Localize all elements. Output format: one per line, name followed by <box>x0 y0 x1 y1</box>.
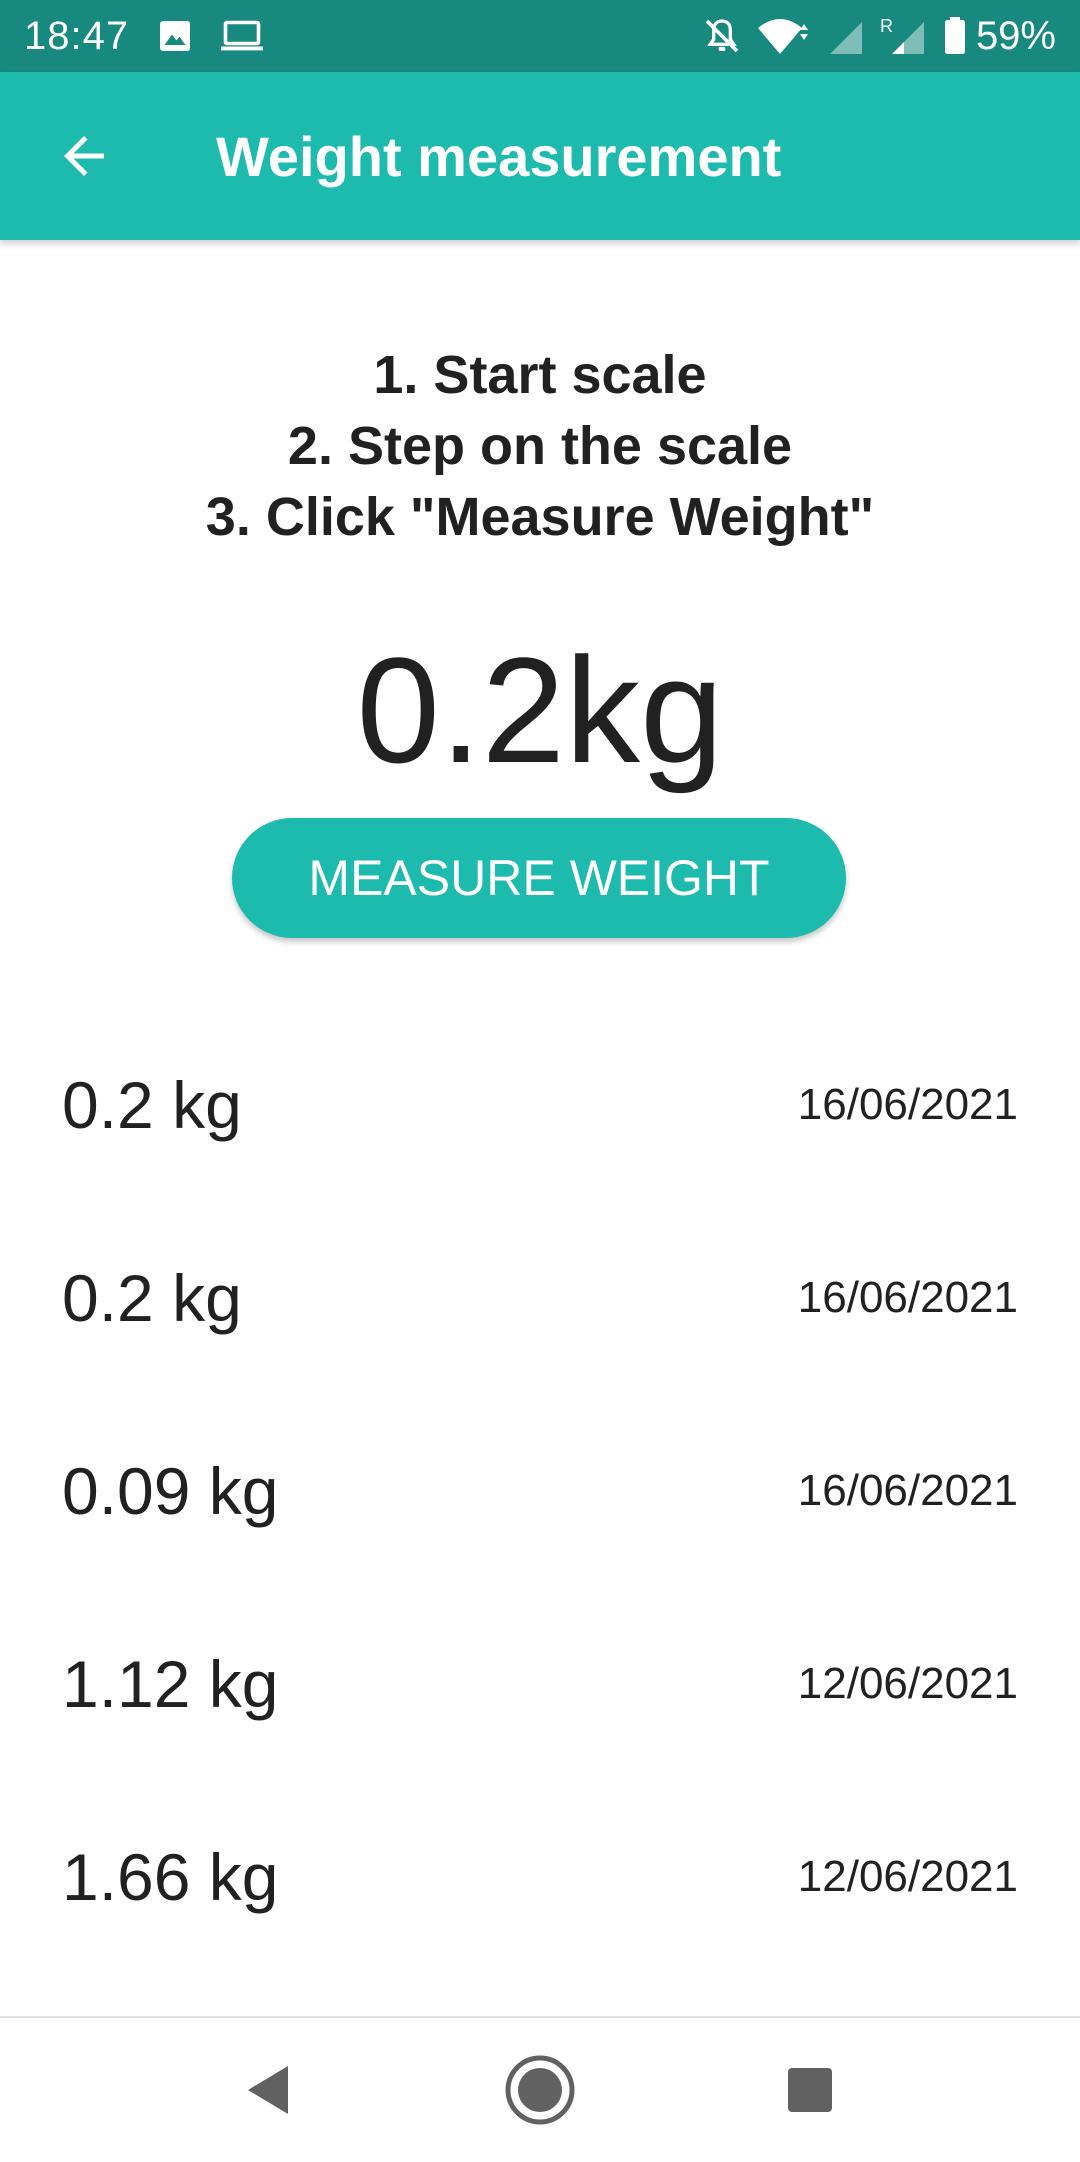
home-circle-icon <box>505 2055 575 2125</box>
recents-square-icon <box>788 2068 832 2112</box>
instruction-step-2: 2. Step on the scale <box>287 416 793 476</box>
list-item[interactable]: 1.66 kg 12/06/2021 <box>0 1780 1080 1973</box>
list-item-date: 12/06/2021 <box>797 1851 1018 1901</box>
status-bar: 18:47 R 59% <box>0 0 1080 72</box>
battery-percentage: 59% <box>975 13 1056 58</box>
svg-text:R: R <box>880 16 893 36</box>
signal-icon <box>829 22 862 54</box>
list-item-weight: 0.09 kg <box>62 1453 279 1528</box>
list-item[interactable]: 0.2 kg 16/06/2021 <box>0 1201 1080 1394</box>
list-item-weight: 0.2 kg <box>62 1260 242 1335</box>
status-right-icons: R 59% <box>688 14 1056 59</box>
wifi-icon <box>757 19 808 54</box>
app-bar: Weight measurement <box>0 72 1080 240</box>
status-left-icons <box>157 18 291 54</box>
list-item-weight: 1.66 kg <box>62 1839 279 1914</box>
arrow-back-icon <box>64 136 104 176</box>
page-title: Weight measurement <box>216 124 782 188</box>
instruction-step-1: 1. Start scale <box>373 345 707 405</box>
nav-recents-button[interactable] <box>738 2018 882 2162</box>
back-button[interactable] <box>0 72 168 240</box>
status-time: 18:47 <box>24 13 130 58</box>
system-nav-bar <box>0 2016 1080 2160</box>
back-triangle-icon <box>248 2066 288 2114</box>
battery-icon <box>944 17 965 54</box>
list-item-weight: 1.12 kg <box>62 1646 279 1721</box>
roaming-signal-icon: R <box>880 16 924 54</box>
instruction-step-3: 3. Click "Measure Weight" <box>205 487 875 547</box>
weight-history-list: 0.2 kg 16/06/2021 0.2 kg 16/06/2021 0.09… <box>0 1008 1080 1973</box>
nav-home-button[interactable] <box>468 2018 612 2162</box>
list-item[interactable]: 0.09 kg 16/06/2021 <box>0 1394 1080 1587</box>
current-weight-value: 0.2kg <box>356 626 724 794</box>
list-item-date: 16/06/2021 <box>797 1465 1018 1515</box>
measure-weight-button[interactable]: MEASURE WEIGHT <box>232 818 846 938</box>
list-item[interactable]: 1.12 kg 12/06/2021 <box>0 1587 1080 1780</box>
list-item-weight: 0.2 kg <box>62 1067 242 1142</box>
list-item[interactable]: 0.2 kg 16/06/2021 <box>0 1008 1080 1201</box>
notifications-off-icon <box>705 19 739 53</box>
instructions: 1. Start scale 2. Step on the scale 3. C… <box>0 340 1080 553</box>
list-item-date: 12/06/2021 <box>797 1658 1018 1708</box>
image-icon <box>160 21 191 51</box>
nav-back-button[interactable] <box>196 2018 340 2162</box>
list-item-date: 16/06/2021 <box>797 1079 1018 1129</box>
laptop-icon <box>221 20 264 51</box>
list-item-date: 16/06/2021 <box>797 1272 1018 1322</box>
